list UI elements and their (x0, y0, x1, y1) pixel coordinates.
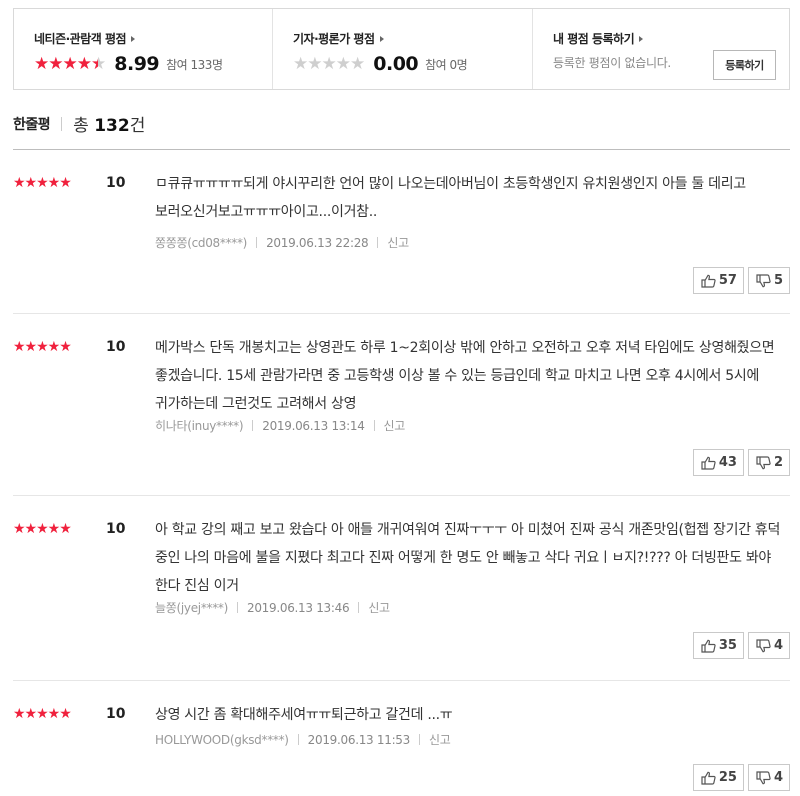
like-count: 25 (718, 770, 737, 785)
audience-score-value: 8.99 (114, 53, 160, 75)
like-button[interactable]: 43 (692, 449, 744, 476)
triangle-right-icon (131, 36, 136, 42)
review-meta: 늘쫑(jyej****) 2019.06.13 13:46 신고 (155, 599, 390, 616)
review-meta: HOLLYWOOD(gksd****) 2019.06.13 11:53 신고 (155, 731, 451, 748)
my-score-title-link[interactable]: 내 평점 등록하기 (553, 30, 644, 47)
audience-score-panel: 네티즌·관람객 평점 ★★★★★ 8.99 참여 133명 (14, 9, 272, 89)
like-button[interactable]: 25 (692, 764, 744, 791)
review-date: 2019.06.13 11:53 (307, 732, 411, 747)
audience-participants: 참여 133명 (166, 57, 223, 72)
review-list-title: 한줄평 (13, 116, 51, 133)
review-author[interactable]: 늘쫑(jyej****) (155, 599, 228, 616)
audience-score-title-link[interactable]: 네티즌·관람객 평점 (34, 30, 136, 47)
review-date: 2019.06.13 13:14 (262, 418, 365, 433)
like-count: 57 (718, 273, 737, 288)
review-date: 2019.06.13 22:28 (266, 235, 369, 250)
review-score: 10 (106, 521, 126, 537)
review-star-rating: ★★★★★ (13, 706, 72, 722)
review-text: 아 학교 강의 째고 보고 왔습다 아 애들 개귀여워여 진짜ㅜㅜㅜ 아 미쳤어… (155, 522, 781, 594)
review-meta: 히나타(inuy****) 2019.06.13 13:14 신고 (155, 417, 405, 434)
audience-score-title: 네티즌·관람객 평점 (34, 32, 127, 46)
dislike-count: 4 (773, 638, 783, 653)
divider (418, 734, 420, 745)
review-total-suffix: 건 (129, 116, 146, 136)
review-text: ㅁ큐큐ㅠㅠㅠㅠ되게 야시꾸리한 언어 많이 나오는데아버님이 초등학생인지 유치… (155, 176, 746, 220)
my-score-message: 등록한 평점이 없습니다. (553, 56, 671, 70)
divider (377, 237, 379, 248)
report-link[interactable]: 신고 (429, 731, 451, 748)
review-star-rating: ★★★★★ (13, 521, 72, 537)
vote-buttons: 35 4 (692, 632, 790, 659)
review-total-count: 132 (94, 116, 130, 136)
review-item: ★★★★★ 10 상영 시간 좀 확대해주세여ㅠㅠ퇴근하고 갈건데 ...ㅠ H… (13, 681, 790, 796)
review-total-prefix: 총 (73, 116, 89, 136)
thumbs-down-icon (756, 455, 771, 469)
thumbs-down-icon (756, 273, 771, 287)
review-text: 상영 시간 좀 확대해주세여ㅠㅠ퇴근하고 갈건데 ...ㅠ (155, 707, 453, 723)
like-count: 35 (718, 638, 737, 653)
divider (252, 420, 254, 431)
triangle-right-icon (639, 36, 644, 42)
critic-participants: 참여 0명 (425, 57, 468, 72)
review-list-header: 한줄평 총 132건 (13, 111, 145, 136)
report-link[interactable]: 신고 (384, 417, 406, 434)
dislike-button[interactable]: 4 (747, 632, 790, 659)
dislike-count: 4 (773, 770, 783, 785)
triangle-right-icon (379, 36, 384, 42)
dislike-button[interactable]: 5 (747, 267, 790, 294)
thumbs-up-icon (701, 274, 716, 288)
divider (358, 602, 360, 613)
review-score: 10 (106, 175, 126, 191)
divider (256, 237, 258, 248)
review-author[interactable]: HOLLYWOOD(gksd****) (155, 733, 289, 747)
divider (61, 116, 63, 131)
score-summary: 네티즌·관람객 평점 ★★★★★ 8.99 참여 133명 기자·평론가 평점 … (13, 8, 790, 90)
critic-score-title: 기자·평론가 평점 (293, 32, 375, 46)
review-author[interactable]: 히나타(inuy****) (155, 417, 244, 434)
dislike-count: 5 (773, 273, 783, 288)
vote-buttons: 25 4 (692, 764, 790, 791)
thumbs-down-icon (756, 770, 771, 784)
dislike-button[interactable]: 2 (747, 449, 790, 476)
review-item: ★★★★★ 10 메가박스 단독 개봉치고는 상영관도 하루 1~2회이상 밖에… (13, 314, 790, 496)
divider (373, 420, 375, 431)
review-star-rating: ★★★★★ (13, 339, 72, 355)
review-meta: 쫑쫑쫑(cd08****) 2019.06.13 22:28 신고 (155, 234, 409, 251)
audience-star-rating: ★★★★★ (34, 53, 106, 74)
review-score: 10 (106, 706, 126, 722)
review-item: ★★★★★ 10 ㅁ큐큐ㅠㅠㅠㅠ되게 야시꾸리한 언어 많이 나오는데아버님이 … (13, 150, 790, 314)
critic-score-title-link[interactable]: 기자·평론가 평점 (293, 30, 384, 47)
review-author[interactable]: 쫑쫑쫑(cd08****) (155, 234, 247, 251)
critic-score-value: 0.00 (373, 53, 419, 75)
review-item: ★★★★★ 10 아 학교 강의 째고 보고 왔습다 아 애들 개귀여워여 진짜… (13, 496, 790, 681)
review-total: 총 132건 (73, 111, 145, 136)
divider (297, 734, 299, 745)
review-star-rating: ★★★★★ (13, 175, 72, 191)
review-text: 메가박스 단독 개봉치고는 상영관도 하루 1~2회이상 밖에 안하고 오전하고… (155, 340, 775, 412)
report-link[interactable]: 신고 (368, 599, 390, 616)
critic-star-rating: ★★★★★ (293, 53, 365, 74)
vote-buttons: 57 5 (692, 267, 790, 294)
dislike-button[interactable]: 4 (747, 764, 790, 791)
register-score-button[interactable]: 등록하기 (713, 50, 776, 80)
report-link[interactable]: 신고 (387, 234, 409, 251)
like-button[interactable]: 57 (692, 267, 744, 294)
review-date: 2019.06.13 13:46 (247, 600, 350, 615)
review-list: ★★★★★ 10 ㅁ큐큐ㅠㅠㅠㅠ되게 야시꾸리한 언어 많이 나오는데아버님이 … (13, 149, 790, 791)
my-score-panel: 내 평점 등록하기 등록한 평점이 없습니다. 등록하기 (532, 9, 789, 89)
dislike-count: 2 (773, 455, 783, 470)
review-score: 10 (106, 339, 126, 355)
like-button[interactable]: 35 (692, 632, 744, 659)
vote-buttons: 43 2 (692, 449, 790, 476)
thumbs-up-icon (701, 771, 716, 785)
critic-score-panel: 기자·평론가 평점 ★★★★★ 0.00 참여 0명 (272, 9, 532, 89)
thumbs-down-icon (756, 638, 771, 652)
my-score-title: 내 평점 등록하기 (553, 32, 635, 46)
thumbs-up-icon (701, 639, 716, 653)
divider (237, 602, 238, 613)
like-count: 43 (718, 455, 737, 470)
thumbs-up-icon (701, 456, 716, 470)
